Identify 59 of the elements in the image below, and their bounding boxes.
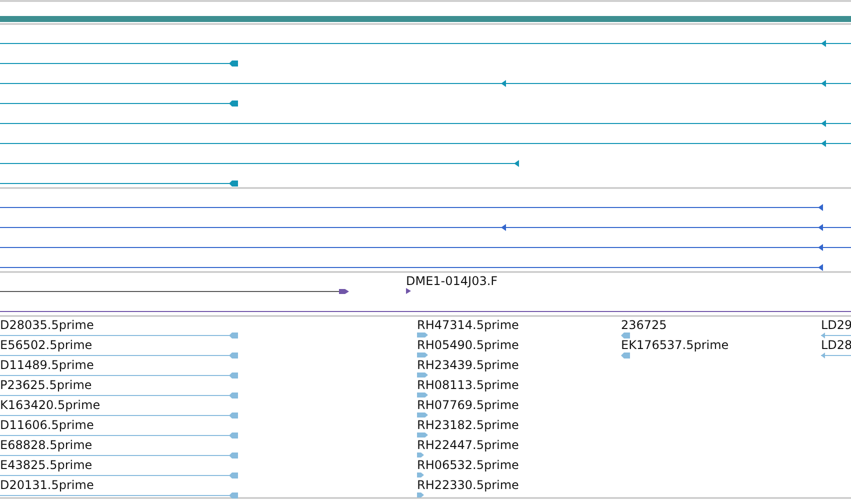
transcript-glyph[interactable] xyxy=(0,40,851,47)
est-label: E43825.5prime xyxy=(0,458,92,472)
est-glyph[interactable] xyxy=(0,452,238,458)
est-glyph[interactable] xyxy=(0,432,238,438)
est-glyph[interactable] xyxy=(0,392,238,398)
est-label: E68828.5prime xyxy=(0,438,92,452)
est-label: RH08113.5prime xyxy=(417,378,519,392)
est-label: RH07769.5prime xyxy=(417,398,519,412)
est-label: RH23182.5prime xyxy=(417,418,519,432)
est-label: D28035.5prime xyxy=(0,318,94,332)
est-glyph[interactable] xyxy=(0,492,238,498)
est-glyph[interactable] xyxy=(0,372,238,378)
est-label: RH23439.5prime xyxy=(417,358,519,372)
est-label: RH47314.5prime xyxy=(417,318,519,332)
est-label: RH06532.5prime xyxy=(417,458,519,472)
est-glyph[interactable] xyxy=(820,352,851,358)
est-glyph[interactable] xyxy=(417,472,424,478)
transcript-glyph[interactable] xyxy=(0,180,238,186)
transcript-glyph[interactable] xyxy=(0,264,823,271)
est-label: RH05490.5prime xyxy=(417,338,519,352)
clone-glyph[interactable] xyxy=(0,289,349,294)
est-glyph[interactable] xyxy=(417,492,424,498)
est-label: D11489.5prime xyxy=(0,358,94,372)
clone-glyph[interactable] xyxy=(406,288,411,294)
est-label: D11606.5prime xyxy=(0,418,94,432)
est-label: 236725 xyxy=(621,318,667,332)
est-glyph[interactable] xyxy=(0,412,238,418)
est-label: RH22330.5prime xyxy=(417,478,519,492)
est-glyph[interactable] xyxy=(621,352,630,358)
est-glyph[interactable] xyxy=(417,392,428,398)
est-label: D20131.5prime xyxy=(0,478,94,492)
est-glyph[interactable] xyxy=(417,372,428,378)
est-label: EK176537.5prime xyxy=(621,338,729,352)
est-glyph[interactable] xyxy=(0,472,238,478)
transcript-glyph[interactable] xyxy=(0,60,238,66)
est-glyph[interactable] xyxy=(417,432,428,438)
transcript-glyph[interactable] xyxy=(0,100,238,106)
est-glyph[interactable] xyxy=(820,332,851,338)
est-label: P23625.5prime xyxy=(0,378,92,392)
est-label: RH22447.5prime xyxy=(417,438,519,452)
feature-label: DME1-014J03.F xyxy=(406,274,498,288)
transcript-glyph[interactable] xyxy=(0,224,851,231)
transcript-glyph[interactable] xyxy=(0,160,519,167)
est-glyph[interactable] xyxy=(0,332,238,338)
transcript-glyph[interactable] xyxy=(0,204,823,211)
est-label: K163420.5prime xyxy=(0,398,100,412)
est-glyph[interactable] xyxy=(417,332,428,338)
transcript-glyph[interactable] xyxy=(0,80,851,87)
est-glyph[interactable] xyxy=(417,352,428,358)
est-glyph[interactable] xyxy=(0,352,238,358)
est-label: LD29 xyxy=(821,318,851,332)
est-glyph[interactable] xyxy=(621,332,630,338)
est-label: LD28 xyxy=(821,338,851,352)
est-label: E56502.5prime xyxy=(0,338,92,352)
transcript-glyph[interactable] xyxy=(0,120,851,127)
est-glyph[interactable] xyxy=(417,412,428,418)
transcript-glyph[interactable] xyxy=(0,244,851,251)
est-glyph[interactable] xyxy=(417,452,424,458)
transcript-glyph[interactable] xyxy=(0,140,851,147)
